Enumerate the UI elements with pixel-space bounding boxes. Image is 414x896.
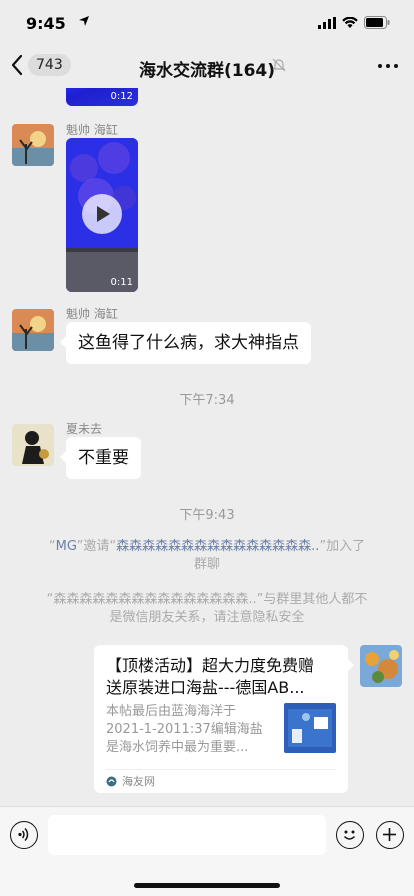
card-title: 【顶楼活动】超大力度免费赠 送原装进口海盐---德国AB...: [106, 656, 315, 697]
status-icons: [318, 16, 390, 29]
voice-icon: [18, 827, 29, 842]
more-button[interactable]: [378, 64, 398, 68]
inviter-link[interactable]: MG: [56, 539, 77, 554]
message-input[interactable]: [48, 815, 326, 855]
emoji-button[interactable]: [336, 821, 364, 849]
sender-name: 魁帅 海缸: [66, 123, 118, 137]
link-card-message[interactable]: 【顶楼活动】超大力度免费赠 送原装进口海盐---德国AB... 本帖最后由蓝海海…: [94, 645, 354, 793]
avatar[interactable]: [12, 424, 54, 466]
avatar[interactable]: [12, 309, 54, 351]
input-bar: [0, 806, 414, 896]
text-message[interactable]: 这鱼得了什么病，求大神指点: [60, 322, 311, 364]
video-message[interactable]: 0:12: [66, 88, 138, 106]
system-text: ”邀请“: [76, 539, 117, 554]
chat-header: 743 海水交流群(164): [0, 46, 414, 88]
text-message[interactable]: 不重要: [60, 437, 141, 479]
message-list[interactable]: 0:12 魁帅 海缸 0:11 魁帅 海缸 这鱼得了什么病，求大神指点 下午7:…: [0, 88, 414, 806]
source-logo-icon: [106, 776, 117, 786]
card-source-name: 海友网: [122, 775, 155, 788]
system-message: “MG”邀请“森森森森森森森森森森森森森森森..”加入了群聊: [27, 538, 387, 574]
play-button[interactable]: [82, 194, 122, 234]
voice-button[interactable]: [10, 821, 38, 849]
location-arrow-icon: [79, 16, 89, 26]
add-button[interactable]: [376, 821, 404, 849]
chat-title: 海水交流群(164): [138, 61, 276, 81]
more-dot: [394, 64, 398, 68]
video-duration: 0:12: [110, 91, 133, 102]
avatar-image: [12, 309, 54, 351]
plus-icon: [383, 828, 396, 841]
system-text: 群聊: [193, 557, 220, 572]
more-dot: [386, 64, 390, 68]
status-time: 9:45: [26, 14, 66, 33]
card-source: 海友网: [106, 773, 155, 789]
battery-icon: [364, 16, 390, 29]
system-text: “森森森森森森森森森森森森森森森..”与群里其他人都不: [46, 592, 368, 607]
system-message: “森森森森森森森森森森森森森森森..”与群里其他人都不 是微信朋友关系，请注意隐私…: [27, 591, 387, 627]
signal-icon: [318, 16, 336, 29]
video-message[interactable]: 0:11: [66, 138, 138, 292]
avatar-image: [360, 645, 402, 687]
system-text: ”加入了: [319, 539, 366, 554]
avatar[interactable]: [12, 124, 54, 166]
emoji-icon: [343, 830, 356, 840]
sender-name: 魁帅 海缸: [66, 307, 118, 321]
card-thumbnail-image: [284, 703, 336, 753]
wifi-icon: [342, 16, 358, 28]
avatar-image: [12, 124, 54, 166]
card-description: 本帖最后由蓝海海洋于 2021-1-2011:37编辑海盐 是海水饲养中最为重要…: [106, 704, 263, 755]
invitee-link[interactable]: 森森森森森森森森森森森森森森森..: [116, 539, 319, 554]
system-text: 是微信朋友关系，请注意隐私安全: [109, 610, 305, 625]
avatar-image: [12, 424, 54, 466]
card-divider: [106, 769, 336, 770]
status-bar: 9:45: [0, 0, 414, 46]
card-thumbnail: [284, 703, 336, 753]
bell-off-icon: [272, 58, 286, 72]
sender-name: 夏未去: [66, 422, 103, 436]
my-avatar[interactable]: [360, 645, 402, 687]
timestamp: 下午9:43: [179, 508, 235, 523]
video-duration: 0:11: [110, 277, 133, 288]
home-indicator: [134, 883, 280, 888]
timestamp: 下午7:34: [179, 393, 235, 408]
more-dot: [378, 64, 382, 68]
system-text: “: [48, 539, 56, 554]
